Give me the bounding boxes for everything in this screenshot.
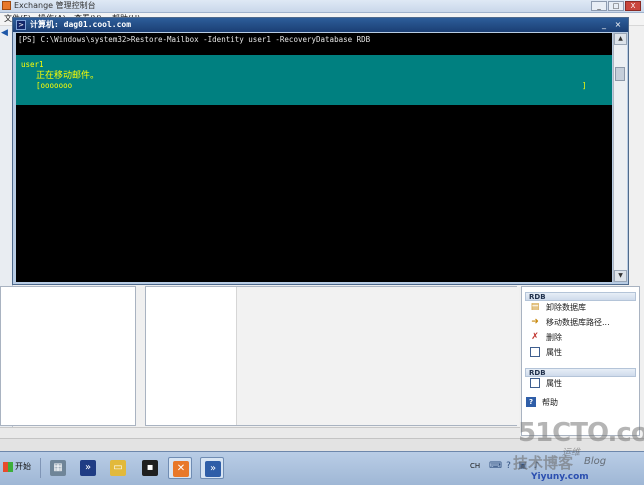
- result-pane[interactable]: [145, 286, 519, 426]
- scroll-thumb[interactable]: [615, 67, 625, 81]
- actions-pane: RDB ▤ 卸除数据库 ➜ 移动数据库路径... ✗ 删除 属性 RDB 属性 …: [521, 286, 640, 436]
- action-label: 移动数据库路径...: [546, 318, 610, 327]
- delete-icon: ✗: [531, 332, 539, 342]
- help-icon: ?: [526, 397, 536, 407]
- powershell-minimize-button[interactable]: _: [599, 20, 609, 30]
- windows-logo-icon: [3, 462, 13, 472]
- maximize-button[interactable]: □: [608, 1, 624, 11]
- progress-bar: [ooooooo: [36, 81, 73, 90]
- exchange-shell-icon: »: [205, 461, 221, 477]
- console-vertical-scrollbar[interactable]: ▲ ▼: [613, 33, 627, 282]
- explorer-button[interactable]: ▭: [106, 457, 130, 479]
- console-output[interactable]: [PS] C:\Windows\system32>Restore-Mailbox…: [16, 33, 612, 282]
- start-label: 开始: [15, 462, 31, 471]
- action-label: 属性: [546, 379, 562, 388]
- powershell-icon: >: [16, 20, 26, 30]
- back-arrow-icon[interactable]: ◀: [1, 28, 11, 38]
- console-tree-pane[interactable]: [0, 286, 136, 426]
- keyboard-icon[interactable]: ⌨: [489, 461, 502, 472]
- server-manager-button[interactable]: ▦: [46, 457, 70, 479]
- exchange-console-taskbar-button[interactable]: ✕: [168, 457, 192, 479]
- watermark-blog: Blog: [584, 456, 607, 467]
- exchange-console-icon: ✕: [173, 461, 189, 477]
- server-manager-icon: ▦: [50, 460, 66, 476]
- scroll-down-icon[interactable]: ▼: [614, 270, 627, 282]
- powershell-close-button[interactable]: ×: [613, 20, 623, 30]
- move-database-path-icon: ➜: [531, 317, 539, 327]
- properties-icon: [530, 378, 540, 388]
- powershell-launch-button[interactable]: »: [76, 457, 100, 479]
- result-pane-detail: [236, 287, 519, 425]
- progress-status: 正在移动邮件。: [36, 71, 100, 81]
- watermark-tagline: 技术博客: [513, 454, 574, 472]
- dismount-database-icon: ▤: [530, 302, 540, 312]
- progress-panel: user1 正在移动邮件。 [ooooooo ]: [16, 55, 612, 105]
- watermark-url: Yiyuny.com: [531, 472, 589, 482]
- horizontal-scrollbar[interactable]: [0, 427, 520, 438]
- scroll-up-icon[interactable]: ▲: [614, 33, 627, 45]
- command-line: [PS] C:\Windows\system32>Restore-Mailbox…: [18, 35, 371, 44]
- watermark-site: 51CTO.com: [518, 418, 644, 448]
- minimize-button[interactable]: _: [591, 1, 607, 11]
- console-title-bar: Exchange 管理控制台 _ □ X: [0, 0, 644, 13]
- exchange-shell-taskbar-button[interactable]: »: [200, 457, 224, 479]
- folder-icon: ▭: [110, 460, 126, 476]
- action-label: 属性: [546, 348, 562, 357]
- start-button[interactable]: 开始: [2, 458, 36, 476]
- action-dismount-database[interactable]: ▤ 卸除数据库: [530, 301, 640, 314]
- powershell-title: 计算机: dag01.cool.com: [30, 20, 132, 29]
- powershell-taskbar-icon: »: [80, 460, 96, 476]
- close-button[interactable]: X: [625, 1, 641, 11]
- action-label: 卸除数据库: [546, 303, 586, 312]
- command-prompt-icon: ▪: [142, 460, 158, 476]
- action-label: 帮助: [542, 398, 558, 407]
- console-title: Exchange 管理控制台: [14, 1, 96, 10]
- action-properties[interactable]: 属性: [530, 377, 640, 390]
- language-indicator[interactable]: CH: [470, 462, 480, 470]
- progress-bar-end: ]: [582, 81, 587, 90]
- action-help[interactable]: ? 帮助: [526, 396, 636, 409]
- powershell-title-bar[interactable]: > 计算机: dag01.cool.com _ ×: [13, 18, 628, 32]
- action-move-database-path[interactable]: ➜ 移动数据库路径...: [530, 316, 640, 329]
- action-label: 删除: [546, 333, 562, 342]
- actions-section-header: RDB: [525, 368, 636, 377]
- taskbar-separator: [40, 458, 41, 478]
- actions-section-header: RDB: [525, 292, 636, 301]
- properties-icon: [530, 347, 540, 357]
- action-delete[interactable]: ✗ 删除: [530, 331, 640, 344]
- command-prompt-button[interactable]: ▪: [138, 457, 162, 479]
- powershell-window[interactable]: > 计算机: dag01.cool.com _ × [PS] C:\Window…: [12, 17, 629, 285]
- action-properties[interactable]: 属性: [530, 346, 640, 359]
- exchange-app-icon: [2, 1, 11, 10]
